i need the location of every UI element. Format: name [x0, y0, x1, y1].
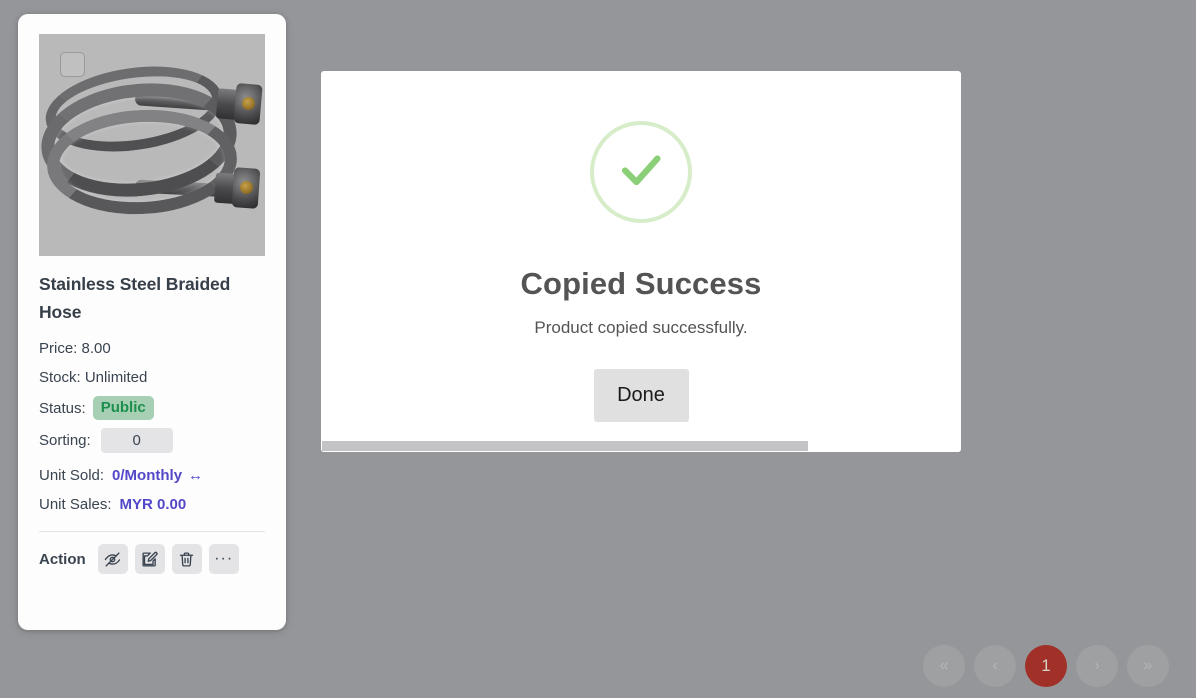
product-price: Price: 8.00: [39, 340, 111, 357]
hide-icon: [104, 551, 121, 568]
success-icon-ring: [590, 121, 692, 223]
status-badge: Public: [92, 396, 154, 420]
dialog-horizontal-scrollbar[interactable]: [321, 440, 961, 452]
action-row: Action ···: [39, 544, 265, 574]
hose-brass-insert: [242, 97, 255, 110]
done-button[interactable]: Done: [593, 369, 689, 422]
hide-button[interactable]: [97, 544, 128, 574]
pagination-prev-button[interactable]: ‹: [974, 645, 1016, 687]
pagination-next-button[interactable]: ›: [1076, 645, 1118, 687]
dialog-message: Product copied successfully.: [534, 318, 748, 337]
left-right-arrow-icon[interactable]: ↔: [188, 465, 203, 486]
unit-sold-label: Unit Sold:: [39, 467, 105, 484]
sorting-input[interactable]: [100, 428, 173, 453]
unit-sold-row: Unit Sold: 0/Monthly ↔: [39, 465, 265, 486]
more-options-button[interactable]: ···: [208, 544, 239, 574]
pagination-last-button[interactable]: »: [1127, 645, 1169, 687]
unit-sales-value: MYR 0.00: [119, 496, 187, 513]
unit-sales-row: Unit Sales: MYR 0.00: [39, 494, 265, 515]
edit-icon: [141, 551, 158, 568]
product-card: Stainless Steel Braided Hose Price: 8.00…: [18, 14, 286, 630]
more-options-icon: ···: [214, 550, 234, 567]
hose-brass-insert: [240, 181, 253, 194]
trash-icon: [178, 551, 195, 568]
pagination: « ‹ 1 › »: [923, 645, 1169, 687]
card-divider: [39, 531, 265, 532]
product-image: [39, 34, 265, 256]
pagination-first-button[interactable]: «: [923, 645, 965, 687]
unit-sold-value[interactable]: 0/Monthly: [112, 465, 182, 486]
edit-button[interactable]: [134, 544, 165, 574]
product-sorting-row: Sorting:: [39, 428, 265, 453]
dialog-title: Copied Success: [520, 266, 762, 301]
product-stock: Stock: Unlimited: [39, 369, 148, 386]
product-status-label: Status:: [39, 399, 86, 417]
delete-button[interactable]: [171, 544, 202, 574]
copied-success-dialog: Copied Success Product copied successful…: [321, 71, 961, 452]
product-status-row: Status: Public: [39, 396, 265, 420]
action-label: Action: [39, 550, 86, 568]
product-title: Stainless Steel Braided Hose: [39, 274, 231, 322]
select-product-checkbox[interactable]: [60, 52, 85, 77]
scrollbar-thumb[interactable]: [322, 441, 808, 451]
product-sorting-label: Sorting:: [39, 432, 91, 449]
check-circle-icon: [610, 139, 672, 206]
pagination-page-1[interactable]: 1: [1025, 645, 1067, 687]
unit-sales-label: Unit Sales:: [39, 496, 112, 513]
